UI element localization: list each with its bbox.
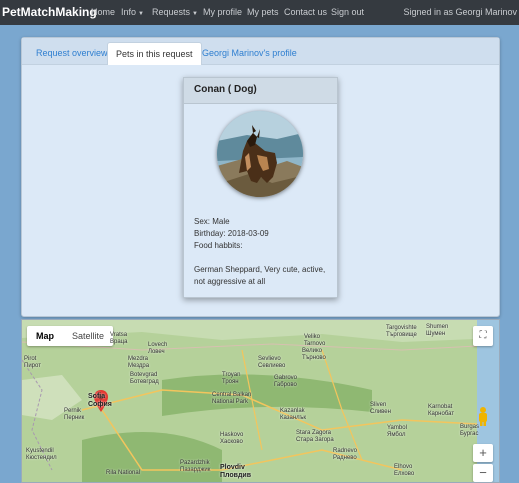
nav-requests-label: Requests	[152, 7, 191, 17]
nav-info-label: Info	[121, 7, 137, 17]
tab-bar: Request overview Pets in this request Ge…	[22, 38, 499, 65]
nav-contact-us[interactable]: Contact us	[284, 7, 327, 17]
tab-request-overview[interactable]: Request overview	[28, 42, 116, 64]
map-type-control: Map Satellite	[27, 326, 114, 346]
place-label: Sofia София	[88, 393, 112, 408]
place-label: Sevlievo Севлиево	[258, 356, 286, 369]
map-type-map[interactable]: Map	[27, 326, 63, 346]
zoom-in-button[interactable]: +	[473, 444, 493, 462]
tab-pets-in-request[interactable]: Pets in this request	[107, 42, 202, 65]
pet-photo	[217, 111, 303, 197]
place-label: Rila National	[106, 470, 141, 476]
navbar: PetMatchMaking Home Info ▼ Requests ▼ My p…	[0, 0, 519, 25]
pet-description-line-2: not aggressive at all	[194, 277, 266, 286]
chevron-down-icon: ▼	[192, 11, 198, 17]
fullscreen-icon[interactable]: ⛶	[473, 326, 493, 346]
place-label: Central Balkan National Park	[212, 392, 252, 405]
zoom-out-button[interactable]: −	[473, 464, 493, 482]
nav-info[interactable]: Info ▼	[121, 7, 144, 17]
place-label: Botevgrad Ботевград	[130, 372, 159, 385]
place-label: Elhovo Елхово	[394, 464, 415, 477]
place-label: Vratsa Враца	[110, 332, 128, 345]
nav-sign-out[interactable]: Sign out	[331, 7, 364, 17]
place-label: Pazardzhik Пазарджик	[180, 460, 211, 473]
pet-description-line-1: German Sheppard, Very cute, active,	[194, 265, 326, 274]
place-label: Targovishte Търговище	[386, 325, 417, 338]
place-label: Stara Zagora Стара Загора	[296, 430, 334, 443]
place-label: Haskovo Хасково	[220, 432, 244, 445]
place-label: Shumen Шумен	[426, 324, 449, 337]
street-view-icon[interactable]	[473, 406, 493, 426]
place-label: Lovech Ловеч	[148, 342, 168, 355]
place-label: Pernik Перник	[64, 408, 85, 421]
pet-birthday: Birthday: 2018-03-09	[194, 229, 269, 238]
tab-owner-profile[interactable]: Georgi Marinov's profile	[194, 42, 305, 64]
place-label: Burgas Бургас	[460, 424, 480, 437]
request-card: Request overview Pets in this request Ge…	[21, 37, 500, 317]
chevron-down-icon: ▼	[138, 11, 144, 17]
place-label: Sliven Сливен	[370, 402, 391, 415]
place-label: Radnevo Раднево	[333, 448, 358, 461]
nav-requests[interactable]: Requests ▼	[152, 7, 198, 17]
place-label: Yambol Ямбол	[387, 425, 407, 438]
place-label: Plovdiv Пловдив	[220, 464, 252, 479]
place-label: Karnobat Карнобат	[428, 404, 455, 417]
place-label: Kazanlak Казанлък	[280, 408, 307, 421]
map-type-satellite[interactable]: Satellite	[63, 326, 113, 346]
pet-food-habbits: Food habbits:	[194, 241, 243, 250]
brand-link[interactable]: PetMatchMaking	[2, 5, 97, 19]
pet-card-header: Conan ( Dog)	[184, 78, 337, 104]
nav-home[interactable]: Home	[91, 7, 115, 17]
nav-my-pets[interactable]: My pets	[247, 7, 279, 17]
google-map[interactable]: Map Satellite ⛶ + − Lovech Ловеч Veliko Ta…	[21, 319, 500, 483]
signed-in-text: Signed in as Georgi Marinov	[403, 7, 517, 17]
nav-my-profile[interactable]: My profile	[203, 7, 242, 17]
pet-sex: Sex: Male	[194, 217, 230, 226]
pet-card: Conan ( Dog) Sex: Male Birthday: 2018-03…	[183, 77, 338, 298]
place-label: Kyustendil Кюстендил	[26, 448, 57, 461]
place-label: Gabrovo Габрово	[274, 375, 298, 388]
place-label: Pirot Пирот	[24, 356, 41, 369]
place-label: Mezdra Мездра	[128, 356, 150, 369]
place-label: Велико Търново	[302, 348, 326, 361]
pet-title: Conan ( Dog)	[194, 84, 257, 95]
place-label: Troyan Троян	[222, 372, 241, 385]
place-label: Veliko Tarnovo	[304, 334, 326, 347]
